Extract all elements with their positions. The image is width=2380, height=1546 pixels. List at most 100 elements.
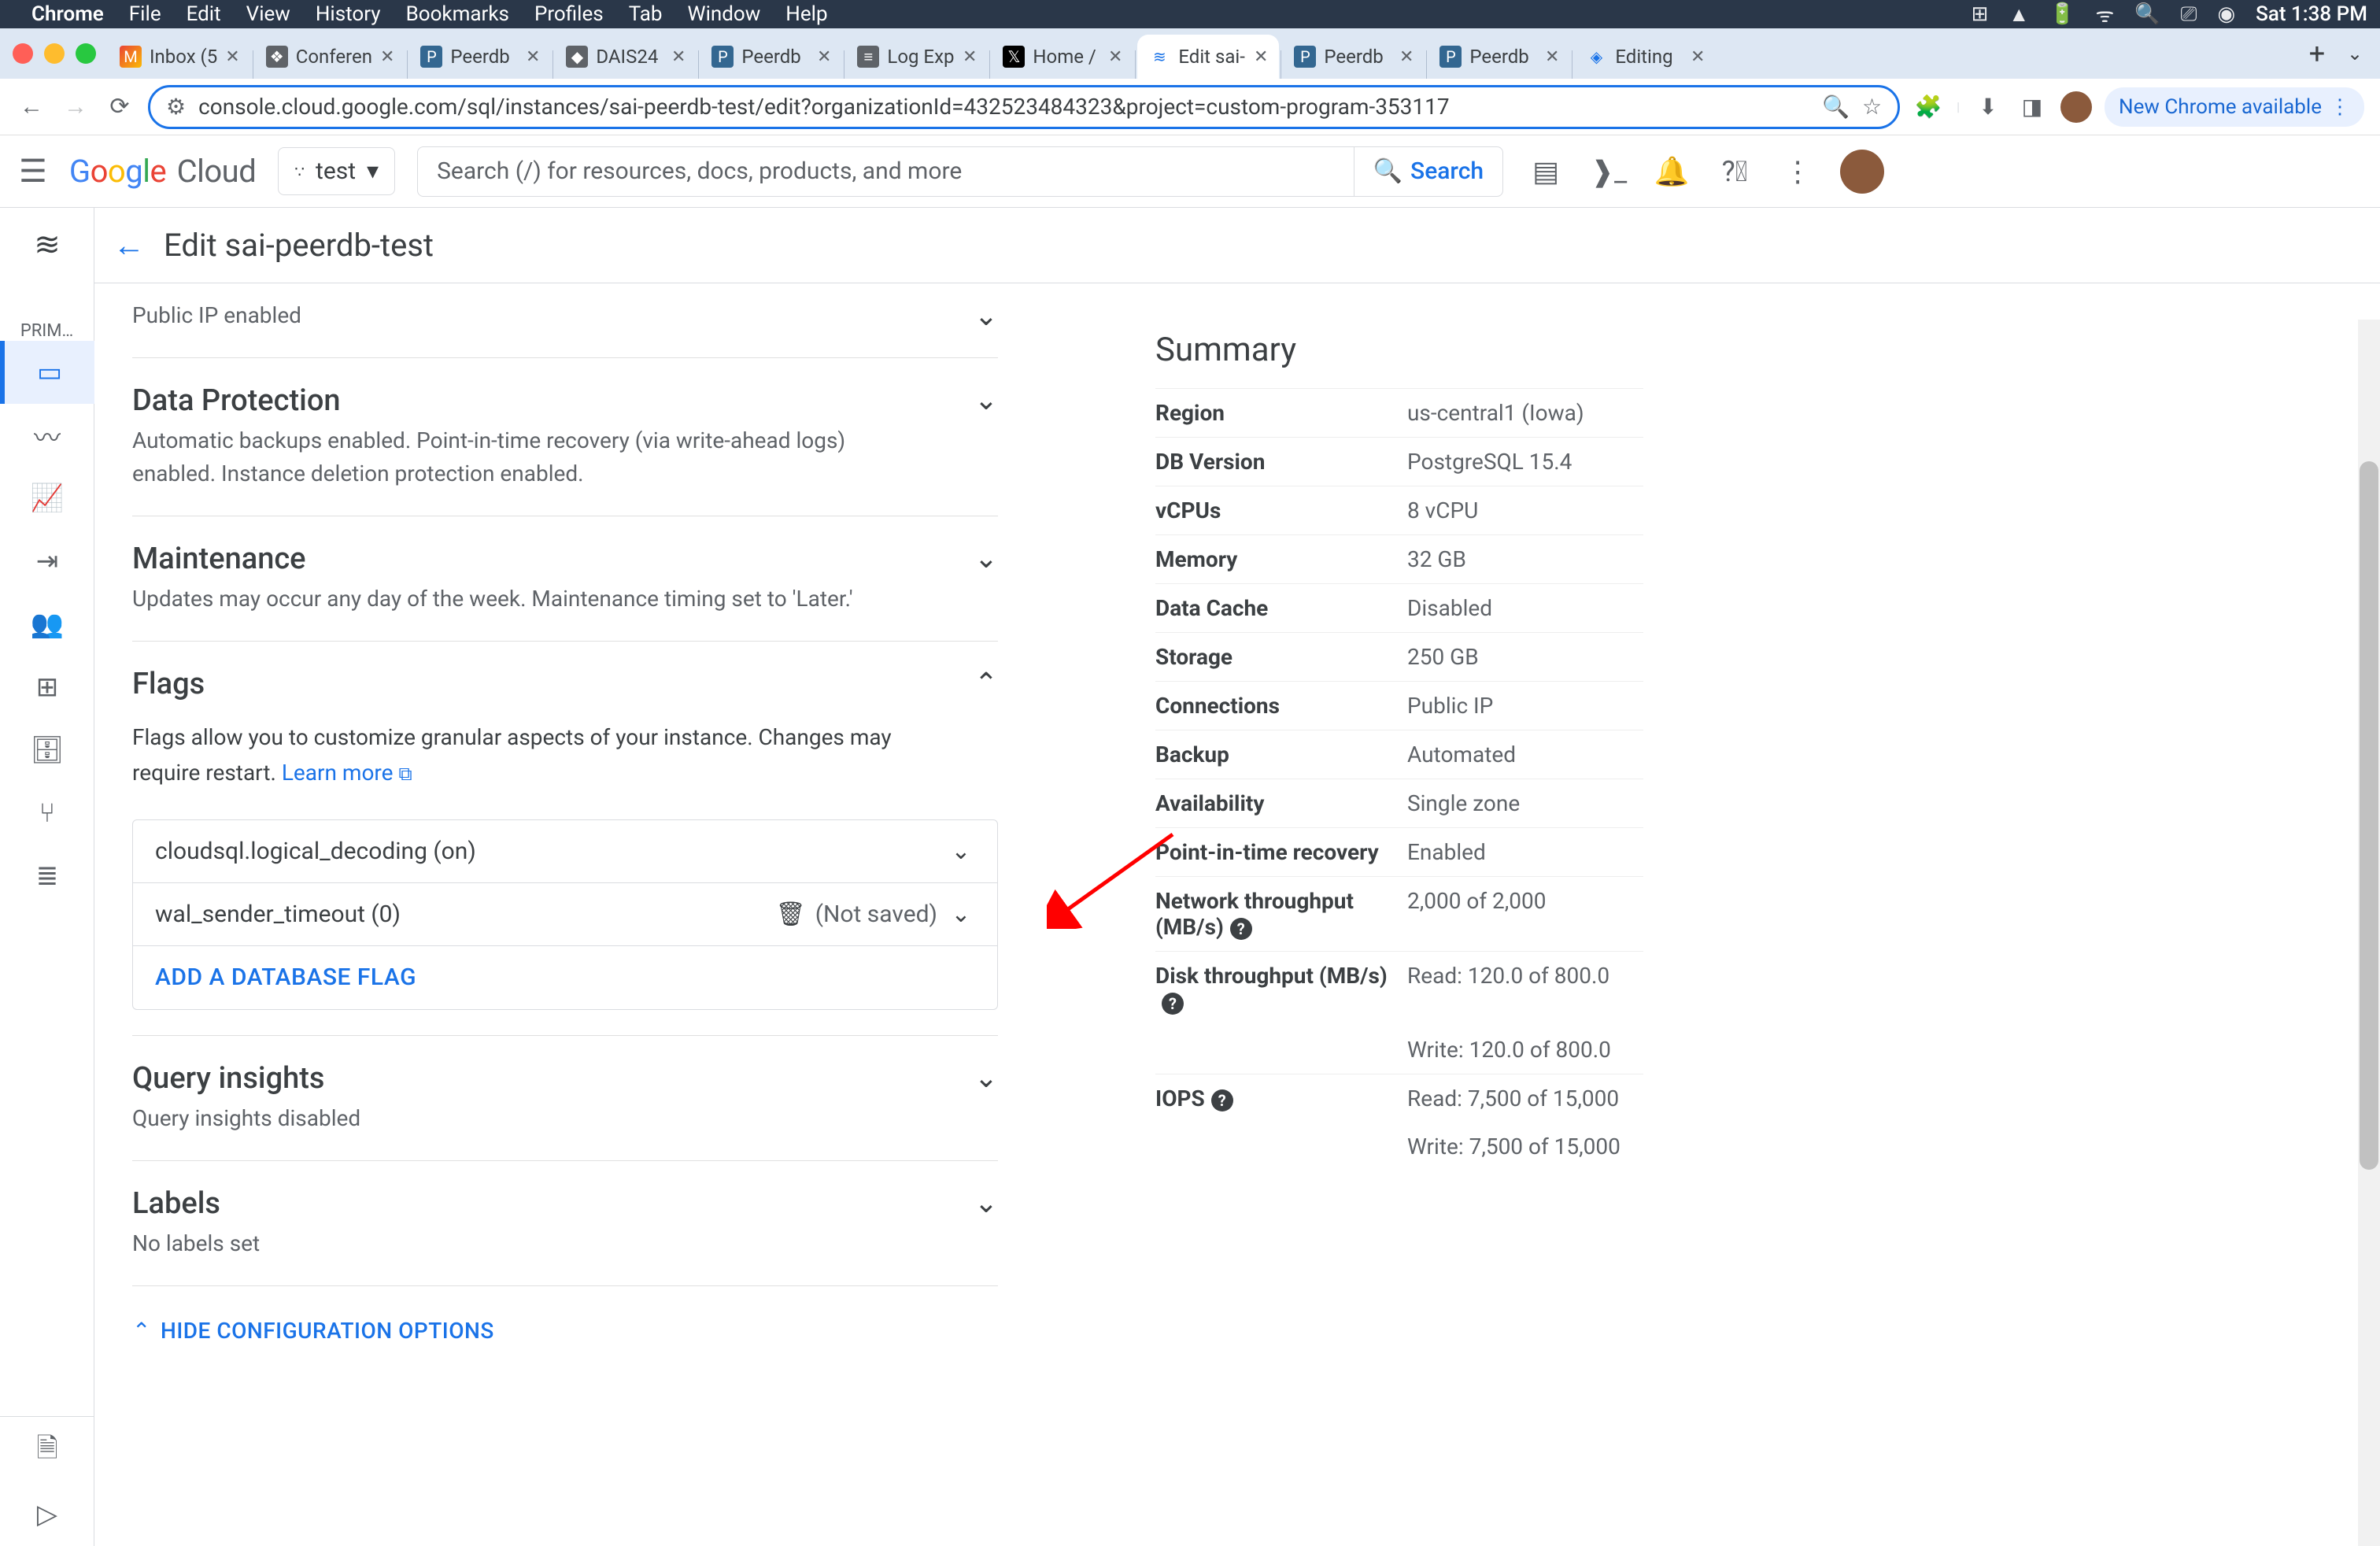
learn-more-link[interactable]: Learn more [282,760,394,786]
close-tab-icon[interactable]: ✕ [380,47,394,67]
section-data-protection[interactable]: Data Protection Automatic backups enable… [132,358,998,516]
tab-overflow-button[interactable]: ⌄ [2336,43,2374,65]
extensions-icon[interactable]: 🧩 [1913,91,1944,123]
close-tab-icon[interactable]: ✕ [671,47,686,67]
back-button[interactable]: ← [16,91,47,123]
close-tab-icon[interactable]: ✕ [1545,47,1559,67]
rail-expand-icon[interactable]: ▷ [0,1483,94,1546]
more-icon[interactable]: ⋮ [1777,155,1818,188]
back-arrow-icon[interactable]: ← [113,227,145,264]
sidepanel-icon[interactable]: ◨ [2016,91,2048,123]
browser-tab[interactable]: PPeerdb✕ [1428,35,1570,79]
rail-replicas-icon[interactable]: ⑂ [0,782,94,845]
reload-button[interactable]: ⟳ [104,91,135,123]
rail-connections-icon[interactable]: ⇥ [0,530,94,593]
zoom-icon[interactable]: 🔍 [1822,94,1850,120]
close-tab-icon[interactable]: ✕ [225,47,239,67]
maximize-window-button[interactable] [76,43,96,64]
site-info-icon[interactable]: ⚙ [166,94,186,120]
status-network-icon[interactable]: ⊞ [1972,2,1989,26]
rail-product-icon[interactable]: ≋ [0,214,94,274]
menu-app[interactable]: Chrome [31,2,104,26]
chevron-down-icon[interactable]: ⌄ [947,838,975,865]
menubar-clock[interactable]: Sat 1:38 PM [2256,2,2367,26]
gcp-search-button[interactable]: 🔍 Search [1354,146,1503,197]
rail-insights-icon[interactable]: 📈 [0,467,94,530]
rail-operations-icon[interactable]: ≣ [0,845,94,908]
profile-avatar[interactable] [2060,91,2092,123]
delete-flag-icon[interactable]: 🗑 [776,901,806,928]
spotlight-icon[interactable]: 🔍 [2134,2,2160,26]
chevron-down-icon[interactable]: ⌄ [947,901,975,928]
close-tab-icon[interactable]: ✕ [526,47,540,67]
hide-configuration-button[interactable]: ⌃ HIDE CONFIGURATION OPTIONS [132,1286,998,1359]
chevron-down-icon[interactable]: ⌄ [974,542,998,575]
close-tab-icon[interactable]: ✕ [817,47,831,67]
new-tab-button[interactable]: + [2298,37,2336,70]
rail-release-notes-icon[interactable]: 🗎 [0,1420,94,1483]
help-tooltip-icon[interactable]: ? [1230,918,1252,940]
chevron-down-icon[interactable]: ⌄ [974,1186,998,1219]
omnibox[interactable]: ⚙ console.cloud.google.com/sql/instances… [148,85,1900,129]
menu-bookmarks[interactable]: Bookmarks [406,2,509,26]
control-center-icon[interactable]: ⎚ [2181,2,2197,27]
close-tab-icon[interactable]: ✕ [963,47,977,67]
bookmark-star-icon[interactable]: ☆ [1862,94,1882,120]
browser-tab[interactable]: ◈Editing✕ [1574,35,1716,79]
section-maintenance[interactable]: Maintenance Updates may occur any day of… [132,516,998,642]
browser-tab[interactable]: ≋Edit sai-✕ [1137,35,1279,79]
close-window-button[interactable] [13,43,33,64]
menu-history[interactable]: History [316,2,381,26]
project-picker[interactable]: ∵ test ▾ [278,147,395,195]
menu-view[interactable]: View [246,2,290,26]
scrollbar-track[interactable] [2358,320,2380,1546]
flag-row[interactable]: wal_sender_timeout (0) 🗑 (Not saved) ⌄ [133,883,997,946]
downloads-icon[interactable]: ⬇ [1972,91,2004,123]
nav-menu-icon[interactable]: ☰ [19,153,47,190]
rail-databases-icon[interactable]: ⊞ [0,656,94,719]
add-database-flag-button[interactable]: ADD A DATABASE FLAG [133,946,997,1009]
siri-icon[interactable]: ◉ [2217,2,2235,26]
status-app-icon[interactable]: ▲ [2009,2,2029,27]
chevron-down-icon[interactable]: ⌄ [974,383,998,416]
menu-file[interactable]: File [129,2,161,26]
rail-monitoring-icon[interactable]: 〰 [0,404,94,467]
chevron-down-icon[interactable]: ⌄ [974,299,998,332]
browser-tab[interactable]: MInbox (5✕ [109,35,251,79]
menu-edit[interactable]: Edit [187,2,221,26]
cloud-shell-icon[interactable]: ❱_ [1588,155,1629,188]
menu-window[interactable]: Window [688,2,761,26]
cloud-shell-editor-icon[interactable]: ▤ [1525,155,1566,188]
browser-tab[interactable]: 𝕏Home /✕ [992,35,1133,79]
minimize-window-button[interactable] [44,43,65,64]
notifications-icon[interactable]: 🔔 [1651,155,1692,188]
browser-tab[interactable]: ❖Conferen✕ [255,35,406,79]
browser-tab[interactable]: PPeerdb✕ [1283,35,1425,79]
rail-users-icon[interactable]: 👥 [0,593,94,656]
menu-tab[interactable]: Tab [629,2,663,26]
help-icon[interactable]: ?⃝ [1714,155,1755,188]
flag-row[interactable]: cloudsql.logical_decoding (on) ⌄ [133,820,997,883]
rail-overview-icon[interactable]: ▭ [0,341,94,404]
help-tooltip-icon[interactable]: ? [1162,993,1184,1015]
menu-profiles[interactable]: Profiles [534,2,604,26]
account-avatar[interactable] [1840,150,1884,194]
close-tab-icon[interactable]: ✕ [1254,47,1268,67]
browser-tab[interactable]: ◆DAIS24✕ [555,35,697,79]
google-cloud-logo[interactable]: Google Cloud [69,153,256,190]
scrollbar-thumb[interactable] [2360,461,2378,1170]
chrome-update-pill[interactable]: New Chrome available ⋮ [2105,87,2364,127]
browser-tab[interactable]: PPeerdb✕ [700,35,842,79]
wifi-icon[interactable]: ᯤ [2096,0,2115,28]
help-tooltip-icon[interactable]: ? [1211,1089,1233,1111]
gcp-search-input[interactable]: Search (/) for resources, docs, products… [417,146,1354,197]
menu-help[interactable]: Help [785,2,827,26]
battery-icon[interactable]: 🔋 [2049,2,2075,26]
close-tab-icon[interactable]: ✕ [1108,47,1122,67]
browser-tab[interactable]: PPeerdb✕ [409,35,551,79]
chevron-down-icon[interactable]: ⌄ [974,1061,998,1094]
section-query-insights[interactable]: Query insights Query insights disabled ⌄ [132,1036,998,1161]
close-tab-icon[interactable]: ✕ [1399,47,1414,67]
close-tab-icon[interactable]: ✕ [1691,47,1705,67]
section-labels[interactable]: Labels No labels set ⌄ [132,1161,998,1286]
